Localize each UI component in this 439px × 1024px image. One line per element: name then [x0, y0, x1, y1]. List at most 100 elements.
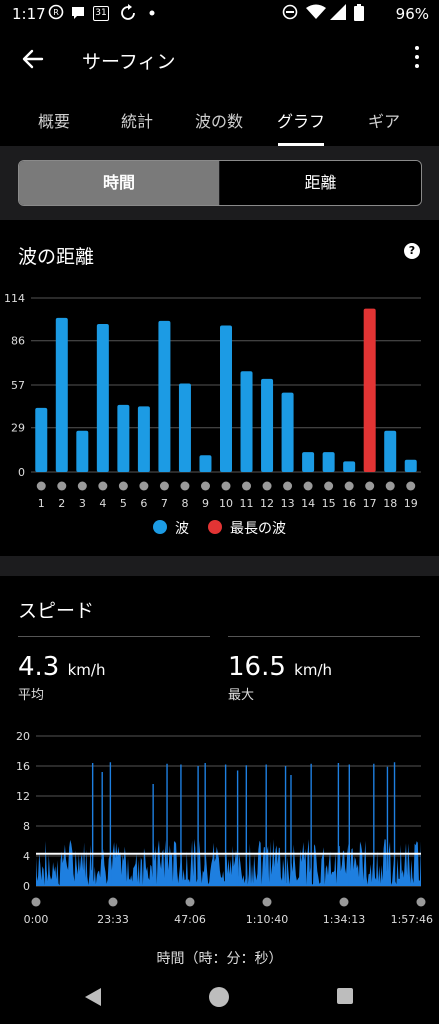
y-tick-label: 20: [16, 730, 30, 743]
y-tick-label: 4: [23, 850, 30, 863]
speed-card: スピード 4.3 km/h 平均 16.5 km/h 最大 0 4 8 12 16 20 0…: [0, 576, 439, 970]
wave-bar: [158, 320, 171, 472]
wave-bar: [240, 371, 253, 472]
x-tick-label: 23:33: [97, 913, 129, 926]
x-tick-label: 9: [202, 497, 209, 510]
tab-bar: 概要 統計 波の数 グラフ ギア: [0, 96, 439, 146]
chat-icon: [72, 7, 84, 19]
tab-wave-count[interactable]: 波の数: [195, 108, 243, 132]
x-tick-label: 16: [342, 497, 356, 510]
wave-bar: [55, 317, 68, 472]
nav-back-icon[interactable]: [84, 987, 102, 1007]
more-options-icon[interactable]: [411, 46, 423, 74]
x-tick-label: 17: [363, 497, 377, 510]
y-tick-label: 86: [11, 335, 25, 348]
calendar-icon: 31: [93, 6, 109, 21]
legend-wave-swatch: [153, 520, 167, 534]
system-nav-bar: [0, 970, 439, 1024]
battery-percent: 96%: [395, 5, 429, 23]
x-tick-label: 1: [38, 497, 45, 510]
x-tick-marker: [339, 897, 349, 907]
section-divider: [0, 556, 439, 576]
wave-bar: [281, 392, 294, 472]
tab-overview[interactable]: 概要: [38, 108, 70, 132]
wave-distance-chart: 02957861141 2 3 4 5 6 7 8 9 10 11 12 13 14 15 16 17 18 19: [4, 292, 421, 510]
legend-wave-label: 波: [175, 521, 189, 537]
x-tick-marker: [118, 481, 128, 491]
wave-bar: [261, 378, 274, 472]
speed-area: [36, 838, 421, 886]
status-time: 1:17: [12, 5, 46, 23]
x-tick-label: 13: [281, 497, 295, 510]
legend-longest-swatch: [208, 520, 222, 534]
y-tick-label: 29: [11, 422, 25, 435]
notification-badge-icon: R: [48, 4, 64, 20]
x-tick-label: 19: [404, 497, 418, 510]
x-tick-marker: [36, 481, 46, 491]
wave-bar: [322, 452, 335, 472]
x-tick-label: 1:34:13: [323, 913, 365, 926]
tab-graph[interactable]: グラフ: [277, 108, 325, 132]
battery-icon: [354, 4, 364, 21]
tab-stats[interactable]: 統計: [121, 108, 153, 132]
wave-bar: [76, 430, 89, 472]
x-tick-marker: [416, 897, 426, 907]
wave-bar: [117, 404, 130, 472]
x-tick-marker: [159, 481, 169, 491]
x-tick-marker: [221, 481, 231, 491]
x-tick-label: 3: [79, 497, 86, 510]
time-segment-button[interactable]: 時間: [19, 161, 219, 205]
x-tick-marker: [303, 481, 313, 491]
x-tick-label: 18: [383, 497, 397, 510]
x-tick-marker: [283, 481, 293, 491]
nav-home-icon[interactable]: [208, 986, 230, 1008]
x-tick-marker: [108, 897, 118, 907]
x-tick-marker: [185, 897, 195, 907]
wave-distance-card: 波の距離 ? 0 29 57 86 114 1 2 3 4 5 6 7 8 9 10 11 12 13 14 15 16…: [0, 226, 439, 556]
x-tick-label: 6: [140, 497, 147, 510]
time-distance-toggle: 時間 距離: [18, 160, 422, 206]
x-tick-label: 5: [120, 497, 127, 510]
x-tick-label: 4: [99, 497, 106, 510]
x-tick-marker: [242, 481, 252, 491]
x-tick-label: 2: [58, 497, 65, 510]
x-axis-title: 時間（時：分：秒）: [156, 951, 283, 967]
y-tick-label: 12: [16, 790, 30, 803]
app-bar: サーフィン: [0, 28, 439, 92]
x-tick-marker: [200, 481, 210, 491]
y-tick-label: 114: [4, 292, 25, 305]
y-tick-label: 0: [23, 880, 30, 893]
x-tick-label: 10: [219, 497, 233, 510]
notification-dot-icon: [149, 10, 155, 16]
x-tick-marker: [31, 897, 41, 907]
wifi-icon: [306, 4, 326, 19]
distance-segment-button[interactable]: 距離: [220, 161, 421, 205]
wave-bar: [178, 383, 191, 472]
wave-bar: [404, 459, 417, 472]
wave-bar: [137, 406, 150, 472]
wave-bar: [199, 455, 212, 472]
x-tick-label: 0:00: [24, 913, 49, 926]
back-arrow-icon[interactable]: [18, 44, 48, 74]
wave-bar: [363, 308, 376, 472]
x-tick-marker: [385, 481, 395, 491]
nav-recents-icon[interactable]: [336, 987, 354, 1005]
x-tick-label: 11: [240, 497, 254, 510]
y-tick-label: 8: [23, 820, 30, 833]
x-tick-label: 12: [260, 497, 274, 510]
x-tick-marker: [77, 481, 87, 491]
wave-bar: [220, 325, 232, 472]
segmented-section: 時間 距離: [0, 146, 439, 220]
x-tick-marker: [180, 481, 190, 491]
x-tick-marker: [57, 481, 67, 491]
tab-gear[interactable]: ギア: [368, 108, 400, 132]
x-tick-label: 1:57:46: [391, 913, 433, 926]
x-tick-marker: [139, 481, 149, 491]
y-tick-label: 57: [11, 379, 25, 392]
wave-bar: [35, 407, 48, 472]
x-tick-label: 1:10:40: [246, 913, 288, 926]
page-title: サーフィン: [82, 51, 176, 73]
speed-chart: 0 4 8 12 16 20 0:00 23:33 47:06 1:10:40 1:34:13 1:5…: [16, 730, 433, 926]
wave-bar: [302, 452, 315, 472]
x-tick-label: 15: [322, 497, 336, 510]
